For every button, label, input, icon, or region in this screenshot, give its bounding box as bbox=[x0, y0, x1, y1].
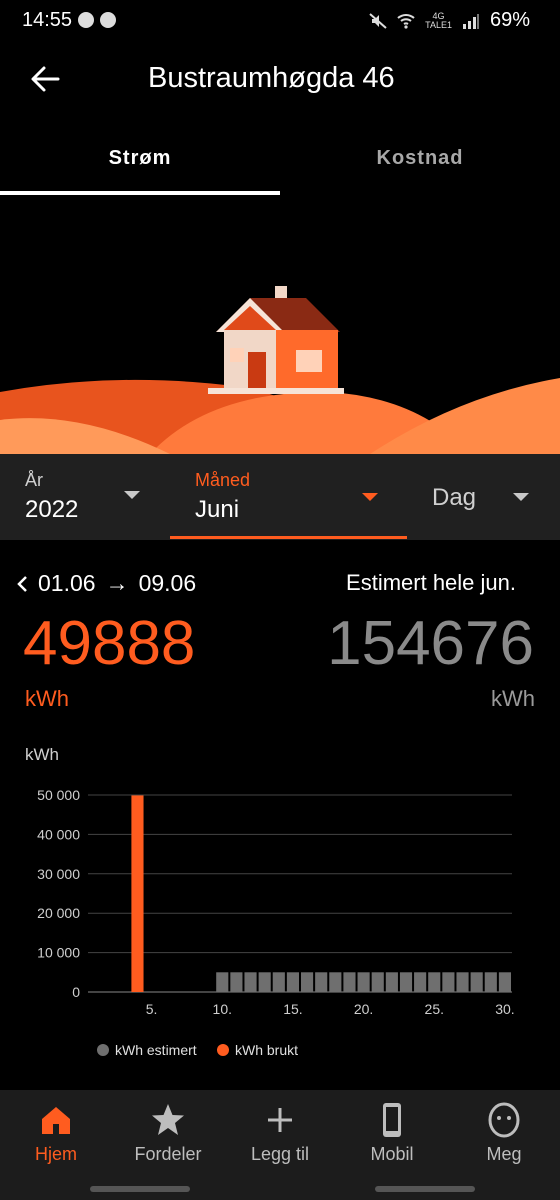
month-value: Juni bbox=[195, 496, 240, 523]
signal-icon bbox=[462, 13, 479, 29]
bar-kwh-estimert bbox=[456, 972, 469, 992]
bar-kwh-estimert bbox=[442, 972, 455, 992]
chart-x-axis: 5. 10. 15. 20. 25. 30. bbox=[146, 1001, 515, 1017]
nav-hjem[interactable]: Hjem bbox=[0, 1090, 112, 1190]
consumption-chart: kWh 0 10 000 20 000 30 000 40 000 50 000 5. 10… bbox=[25, 745, 515, 1058]
y-tick-label: 30 000 bbox=[37, 866, 80, 882]
estimated-value: 154676 bbox=[327, 609, 534, 678]
legend-label: kWh brukt bbox=[235, 1042, 298, 1058]
used-value: 49888 bbox=[23, 609, 196, 678]
nav-mobil[interactable]: Mobil bbox=[336, 1090, 448, 1190]
x-tick-label: 10. bbox=[213, 1001, 232, 1017]
day-dropdown[interactable]: Dag bbox=[407, 454, 560, 540]
tab-kostnad[interactable]: Kostnad bbox=[280, 130, 560, 196]
chart-y-axis: 0 10 000 20 000 30 000 40 000 50 000 bbox=[37, 787, 80, 1000]
range-to: 09.06 bbox=[138, 570, 197, 596]
bar-kwh-estimert bbox=[244, 972, 257, 992]
x-tick-label: 5. bbox=[146, 1001, 158, 1017]
bar-kwh-brukt bbox=[131, 795, 144, 992]
x-tick-label: 15. bbox=[283, 1001, 302, 1017]
chevron-left-icon[interactable] bbox=[16, 575, 28, 593]
month-selected-indicator bbox=[170, 536, 407, 539]
bar-kwh-estimert bbox=[315, 972, 328, 992]
date-range: 01.06 → 09.06 bbox=[16, 570, 196, 597]
chart-bars bbox=[131, 795, 511, 992]
y-tick-label: 20 000 bbox=[37, 905, 80, 921]
operator-label: TALE1 bbox=[425, 19, 452, 30]
back-arrow-icon[interactable] bbox=[28, 62, 62, 96]
bar-kwh-estimert bbox=[343, 972, 356, 992]
legend-label: kWh estimert bbox=[115, 1042, 197, 1058]
page-title: Bustraumhøgda 46 bbox=[148, 62, 395, 94]
day-chevron-down-icon bbox=[513, 493, 529, 501]
account-icon bbox=[100, 12, 116, 28]
year-chevron-down-icon bbox=[124, 491, 140, 499]
scroll-hint bbox=[375, 1186, 475, 1192]
range-arrow: → bbox=[105, 570, 129, 596]
bar-kwh-estimert bbox=[414, 972, 427, 992]
x-tick-label: 25. bbox=[425, 1001, 444, 1017]
status-bar: 14:55 4G TALE1 69% bbox=[0, 0, 560, 42]
tab-indicator bbox=[0, 191, 280, 195]
phone-icon bbox=[383, 1103, 401, 1137]
bar-kwh-estimert bbox=[470, 972, 483, 992]
bar-kwh-estimert bbox=[230, 972, 243, 992]
day-label: Dag bbox=[432, 484, 477, 511]
app-header: Bustraumhøgda 46 bbox=[0, 42, 560, 122]
used-unit: kWh bbox=[25, 686, 69, 711]
legend-marker bbox=[217, 1044, 229, 1056]
plus-icon bbox=[268, 1108, 292, 1132]
month-chevron-down-icon bbox=[362, 493, 378, 501]
status-time: 14:55 bbox=[22, 9, 73, 31]
year-value: 2022 bbox=[25, 496, 79, 523]
bottom-navigation: Hjem Fordeler Legg til Mobil Meg bbox=[0, 1090, 560, 1200]
period-selector: År 2022 Måned Juni Dag bbox=[0, 454, 560, 540]
chart-ylabel: kWh bbox=[25, 745, 59, 764]
home-icon bbox=[42, 1107, 70, 1134]
year-label: År bbox=[25, 470, 43, 490]
bar-kwh-estimert bbox=[484, 972, 497, 992]
house-icon bbox=[208, 286, 344, 394]
x-tick-label: 20. bbox=[354, 1001, 373, 1017]
bar-kwh-estimert bbox=[357, 972, 370, 992]
y-tick-label: 0 bbox=[72, 984, 80, 1000]
bar-kwh-estimert bbox=[272, 972, 285, 992]
estimated-unit: kWh bbox=[491, 686, 535, 711]
nav-fordeler[interactable]: Fordeler bbox=[112, 1090, 224, 1190]
nav-meg[interactable]: Meg bbox=[448, 1090, 560, 1190]
chart-grid bbox=[88, 794, 512, 993]
star-icon bbox=[152, 1104, 184, 1135]
tab-strom[interactable]: Strøm bbox=[0, 130, 280, 196]
estimated-label: Estimert hele jun. bbox=[346, 570, 516, 595]
y-tick-label: 10 000 bbox=[37, 945, 80, 961]
profile-face-icon bbox=[488, 1102, 520, 1138]
bar-kwh-estimert bbox=[301, 972, 314, 992]
mute-icon bbox=[369, 12, 387, 29]
notification-icon bbox=[78, 12, 94, 28]
house-illustration bbox=[0, 286, 560, 454]
bar-kwh-estimert bbox=[498, 972, 511, 992]
year-dropdown[interactable]: År 2022 bbox=[0, 454, 170, 540]
scroll-hint bbox=[90, 1186, 190, 1192]
battery-level: 69% bbox=[489, 9, 530, 31]
range-from: 01.06 bbox=[38, 570, 96, 596]
bar-kwh-estimert bbox=[258, 972, 271, 992]
bar-kwh-estimert bbox=[428, 972, 441, 992]
bar-kwh-estimert bbox=[329, 972, 342, 992]
wifi-icon bbox=[397, 13, 415, 29]
y-tick-label: 40 000 bbox=[37, 826, 80, 842]
legend-marker bbox=[97, 1044, 109, 1056]
x-tick-label: 30. bbox=[495, 1001, 514, 1017]
chart-legend: kWh estimert kWh brukt bbox=[97, 1042, 298, 1058]
bar-kwh-estimert bbox=[216, 972, 229, 992]
bar-kwh-estimert bbox=[371, 972, 384, 992]
nav-legg-til[interactable]: Legg til bbox=[224, 1090, 336, 1190]
tab-bar: Strøm Kostnad bbox=[0, 130, 560, 198]
bar-kwh-estimert bbox=[286, 972, 299, 992]
bar-kwh-estimert bbox=[399, 972, 413, 992]
bar-kwh-estimert bbox=[385, 972, 398, 992]
y-tick-label: 50 000 bbox=[37, 787, 80, 803]
month-label: Måned bbox=[195, 470, 251, 490]
